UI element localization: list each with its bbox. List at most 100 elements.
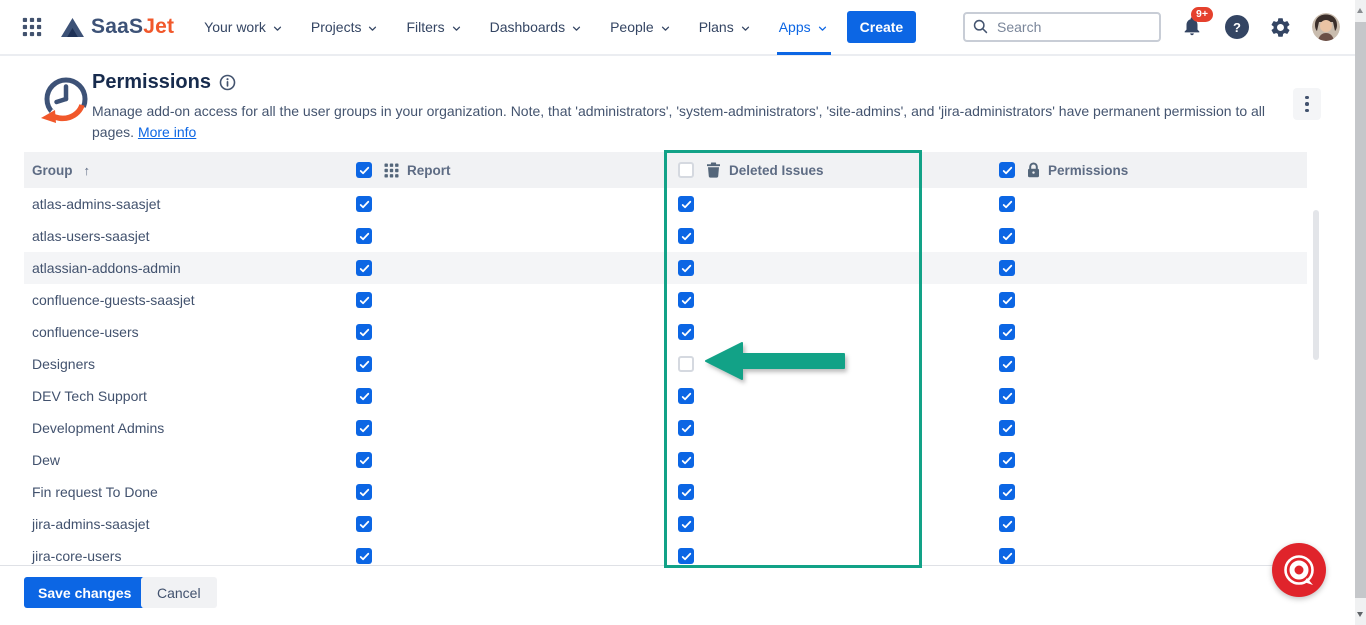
deleted-checkbox[interactable] [678,260,694,276]
report-checkbox[interactable] [356,356,372,372]
settings-button[interactable] [1269,16,1292,39]
notification-badge: 9+ [1191,7,1213,22]
permissions-column-checkbox[interactable] [999,162,1015,178]
nav-item-plans[interactable]: Plans [699,0,752,55]
check-icon [681,551,692,562]
permissions-checkbox[interactable] [999,260,1015,276]
notifications-button[interactable]: 9+ [1181,14,1205,40]
group-name: jira-admins-saasjet [32,516,149,532]
permissions-checkbox[interactable] [999,548,1015,564]
create-button[interactable]: Create [847,11,917,43]
permissions-checkbox[interactable] [999,356,1015,372]
page-header: Permissions Manage add-on access for all… [0,58,1366,150]
permissions-checkbox[interactable] [999,484,1015,500]
info-icon[interactable] [219,74,236,91]
check-icon [359,359,370,370]
permissions-checkbox[interactable] [999,324,1015,340]
group-name: Designers [32,356,95,372]
deleted-checkbox[interactable] [678,388,694,404]
report-checkbox[interactable] [356,228,372,244]
deleted-issues-column-checkbox[interactable] [678,162,694,178]
permissions-checkbox[interactable] [999,292,1015,308]
deleted-checkbox[interactable] [678,196,694,212]
deleted-checkbox[interactable] [678,292,694,308]
column-label: Deleted Issues [729,163,824,178]
nav-item-label: Projects [311,19,362,35]
permissions-checkbox[interactable] [999,228,1015,244]
report-checkbox[interactable] [356,292,372,308]
gear-icon [1269,16,1292,39]
saasjet-logo[interactable]: SaaSJet [60,15,174,39]
column-header-permissions: Permissions [999,152,1128,188]
chevron-down-icon [366,22,379,35]
nav-item-dashboards[interactable]: Dashboards [490,0,584,55]
check-icon [359,295,370,306]
deleted-checkbox[interactable] [678,420,694,436]
table-row: Dew [24,444,1307,476]
table-row: jira-admins-saasjet [24,508,1307,540]
report-checkbox[interactable] [356,260,372,276]
check-icon [681,231,692,242]
table-row: confluence-guests-saasjet [24,284,1307,316]
report-checkbox[interactable] [356,548,372,564]
page-scrollbar[interactable] [1355,0,1366,625]
save-changes-button[interactable]: Save changes [24,577,145,608]
check-icon [1002,519,1013,530]
cancel-button[interactable]: Cancel [141,577,217,608]
check-icon [359,487,370,498]
deleted-checkbox[interactable] [678,324,694,340]
table-row: jira-core-users [24,540,1307,565]
deleted-checkbox[interactable] [678,452,694,468]
nav-item-label: People [610,19,654,35]
deleted-checkbox[interactable] [678,548,694,564]
nav-item-people[interactable]: People [610,0,672,55]
app-switcher-icon[interactable] [20,15,44,39]
deleted-checkbox[interactable] [678,356,694,372]
table-row: atlas-admins-saasjet [24,188,1307,220]
report-checkbox[interactable] [356,324,372,340]
table-scrollbar-thumb[interactable] [1313,210,1319,360]
deleted-checkbox[interactable] [678,484,694,500]
check-icon [1002,391,1013,402]
group-name: Fin request To Done [32,484,158,500]
search-input[interactable] [963,12,1161,42]
scroll-down-arrow[interactable] [1357,612,1363,617]
permissions-checkbox[interactable] [999,388,1015,404]
nav-item-label: Plans [699,19,734,35]
nav-item-your-work[interactable]: Your work [204,0,284,55]
top-navigation-bar: SaaSJet Your work Projects Filters Dashboar… [0,0,1366,56]
help-button[interactable]: ? [1225,15,1249,39]
check-icon [359,391,370,402]
page-title: Permissions [92,71,211,94]
permissions-checkbox[interactable] [999,452,1015,468]
check-icon [1002,231,1013,242]
column-label: Group [32,163,73,178]
report-checkbox[interactable] [356,196,372,212]
deleted-checkbox[interactable] [678,228,694,244]
scroll-up-arrow[interactable] [1357,8,1363,13]
permissions-checkbox[interactable] [999,516,1015,532]
report-checkbox[interactable] [356,516,372,532]
more-info-link[interactable]: More info [138,124,196,140]
nav-item-filters[interactable]: Filters [406,0,462,55]
report-checkbox[interactable] [356,484,372,500]
table-row: DEV Tech Support [24,380,1307,412]
check-icon [681,487,692,498]
more-options-button[interactable] [1293,88,1321,120]
column-header-group[interactable]: Group ↑ [32,152,90,188]
report-column-checkbox[interactable] [356,162,372,178]
deleted-checkbox[interactable] [678,516,694,532]
permissions-checkbox[interactable] [999,420,1015,436]
check-icon [681,263,692,274]
report-checkbox[interactable] [356,420,372,436]
user-avatar[interactable] [1312,13,1340,41]
report-checkbox[interactable] [356,388,372,404]
nav-item-projects[interactable]: Projects [311,0,380,55]
header-text: Permissions Manage add-on access for all… [92,71,1270,143]
support-chat-button[interactable] [1272,543,1326,597]
permissions-checkbox[interactable] [999,196,1015,212]
report-checkbox[interactable] [356,452,372,468]
permissions-table: Group ↑ Report [24,152,1307,565]
nav-item-apps[interactable]: Apps [779,0,829,55]
page-scrollbar-thumb[interactable] [1355,22,1366,598]
